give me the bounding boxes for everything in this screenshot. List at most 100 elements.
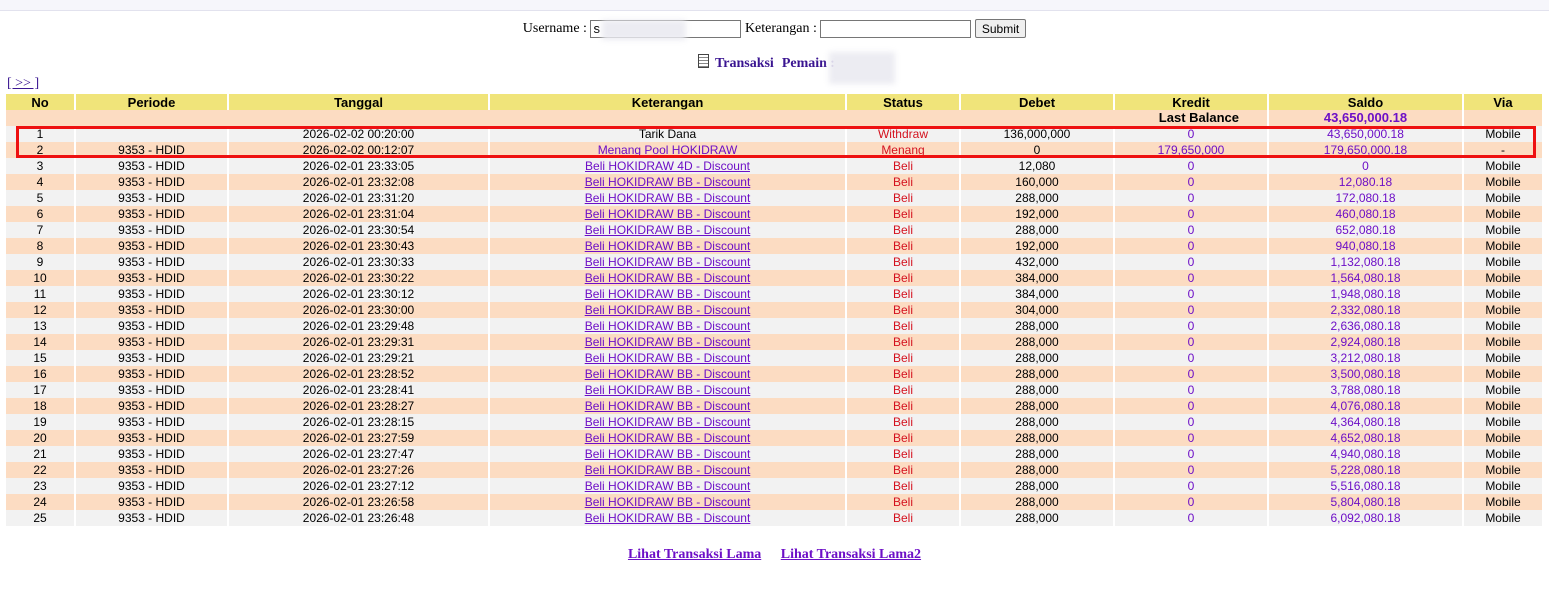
cell-kredit: 0 <box>1114 158 1268 174</box>
table-row: 2 9353 - HDID 2026-02-02 00:12:07 Menang Po… <box>6 142 1543 158</box>
cell-tanggal: 2026-02-01 23:29:48 <box>228 318 489 334</box>
cell-debet: 192,000 <box>960 238 1114 254</box>
cell-status: Beli <box>846 366 960 382</box>
keterangan-link[interactable]: Beli HOKIDRAW BB - Discount <box>585 495 751 509</box>
cell-status: Beli <box>846 238 960 254</box>
cell-via: Mobile <box>1463 446 1543 462</box>
cell-periode: 9353 - HDID <box>75 478 228 494</box>
cell-status: Beli <box>846 286 960 302</box>
cell-saldo: 2,924,080.18 <box>1268 334 1463 350</box>
redacted-player <box>829 52 895 84</box>
top-bar <box>0 0 1549 11</box>
column-header-debet: Debet <box>960 94 1115 110</box>
keterangan-link[interactable]: Beli HOKIDRAW BB - Discount <box>585 335 751 349</box>
keterangan-link[interactable]: Beli HOKIDRAW BB - Discount <box>585 287 751 301</box>
cell-debet: 288,000 <box>960 318 1114 334</box>
keterangan-link[interactable]: Beli HOKIDRAW BB - Discount <box>585 447 751 461</box>
keterangan-link[interactable]: Beli HOKIDRAW BB - Discount <box>585 207 751 221</box>
cell-saldo: 5,804,080.18 <box>1268 494 1463 510</box>
cell-saldo: 3,788,080.18 <box>1268 382 1463 398</box>
cell-keterangan: Beli HOKIDRAW BB - Discount <box>489 254 846 270</box>
cell-periode: 9353 - HDID <box>75 334 228 350</box>
cell-via: Mobile <box>1463 478 1543 494</box>
cell-keterangan: Beli HOKIDRAW BB - Discount <box>489 478 846 494</box>
keterangan-link[interactable]: Beli HOKIDRAW 4D - Discount <box>585 159 750 173</box>
keterangan-link[interactable]: Beli HOKIDRAW BB - Discount <box>585 319 751 333</box>
cell-no: 6 <box>6 206 75 222</box>
keterangan-link[interactable]: Beli HOKIDRAW BB - Discount <box>585 431 751 445</box>
table-row: 22 9353 - HDID 2026-02-01 23:27:26 Beli HOK… <box>6 462 1543 478</box>
cell-debet: 288,000 <box>960 190 1114 206</box>
keterangan-link[interactable]: Beli HOKIDRAW BB - Discount <box>585 255 751 269</box>
cell-via: Mobile <box>1463 414 1543 430</box>
column-header-status: Status <box>846 94 961 110</box>
cell-no: 11 <box>6 286 75 302</box>
keterangan-link[interactable]: Beli HOKIDRAW BB - Discount <box>585 303 751 317</box>
cell-no: 22 <box>6 462 75 478</box>
cell-periode: 9353 - HDID <box>75 270 228 286</box>
cell-via: - <box>1463 142 1543 158</box>
cell-no: 8 <box>6 238 75 254</box>
keterangan-link[interactable]: Beli HOKIDRAW BB - Discount <box>585 399 751 413</box>
cell-status: Beli <box>846 430 960 446</box>
cell-via: Mobile <box>1463 366 1543 382</box>
cell-keterangan: Beli HOKIDRAW BB - Discount <box>489 302 846 318</box>
cell-debet: 288,000 <box>960 222 1114 238</box>
last-balance-value: 43,650,000.18 <box>1268 110 1463 126</box>
pager-next-link[interactable]: [ >> ] <box>7 76 39 92</box>
keterangan-link[interactable]: Beli HOKIDRAW BB - Discount <box>585 191 751 205</box>
keterangan-input[interactable] <box>820 19 972 38</box>
cell-status: Beli <box>846 190 960 206</box>
cell-periode: 9353 - HDID <box>75 414 228 430</box>
keterangan-link[interactable]: Beli HOKIDRAW BB - Discount <box>585 223 751 237</box>
cell-tanggal: 2026-02-01 23:30:54 <box>228 222 489 238</box>
keterangan-link[interactable]: Menang Pool HOKIDRAW <box>598 143 738 157</box>
cell-no: 20 <box>6 430 75 446</box>
cell-no: 15 <box>6 350 75 366</box>
cell-via: Mobile <box>1463 126 1543 142</box>
keterangan-link[interactable]: Beli HOKIDRAW BB - Discount <box>585 415 751 429</box>
cell-periode: 9353 - HDID <box>75 462 228 478</box>
cell-kredit: 0 <box>1114 350 1268 366</box>
last-balance-label: Last Balance <box>6 110 1268 126</box>
cell-via: Mobile <box>1463 270 1543 286</box>
keterangan-link[interactable]: Beli HOKIDRAW BB - Discount <box>585 479 751 493</box>
cell-kredit: 0 <box>1114 430 1268 446</box>
cell-no: 13 <box>6 318 75 334</box>
table-row: 13 9353 - HDID 2026-02-01 23:29:48 Beli HOK… <box>6 318 1543 334</box>
cell-saldo: 43,650,000.18 <box>1268 126 1463 142</box>
keterangan-link[interactable]: Beli HOKIDRAW BB - Discount <box>585 271 751 285</box>
title-transaksi: Transaksi <box>714 56 774 71</box>
cell-status: Beli <box>846 462 960 478</box>
keterangan-link[interactable]: Beli HOKIDRAW BB - Discount <box>585 463 751 477</box>
cell-saldo: 4,364,080.18 <box>1268 414 1463 430</box>
cell-periode: 9353 - HDID <box>75 350 228 366</box>
cell-saldo: 172,080.18 <box>1268 190 1463 206</box>
cell-saldo: 179,650,000.18 <box>1268 142 1463 158</box>
cell-periode: 9353 - HDID <box>75 398 228 414</box>
table-row: 18 9353 - HDID 2026-02-01 23:28:27 Beli HOK… <box>6 398 1543 414</box>
cell-debet: 192,000 <box>960 206 1114 222</box>
cell-saldo: 5,516,080.18 <box>1268 478 1463 494</box>
keterangan-link[interactable]: Beli HOKIDRAW BB - Discount <box>585 383 751 397</box>
cell-saldo: 460,080.18 <box>1268 206 1463 222</box>
cell-kredit: 0 <box>1114 510 1268 526</box>
keterangan-link[interactable]: Beli HOKIDRAW BB - Discount <box>585 351 751 365</box>
cell-periode: 9353 - HDID <box>75 446 228 462</box>
cell-kredit: 0 <box>1114 206 1268 222</box>
cell-via: Mobile <box>1463 222 1543 238</box>
submit-button[interactable]: Submit <box>974 19 1027 39</box>
cell-saldo: 3,212,080.18 <box>1268 350 1463 366</box>
cell-kredit: 179,650,000 <box>1114 142 1268 158</box>
keterangan-link[interactable]: Beli HOKIDRAW BB - Discount <box>585 367 751 381</box>
keterangan-link[interactable]: Beli HOKIDRAW BB - Discount <box>585 175 751 189</box>
cell-via: Mobile <box>1463 238 1543 254</box>
keterangan-link[interactable]: Beli HOKIDRAW BB - Discount <box>585 239 751 253</box>
keterangan-link[interactable]: Beli HOKIDRAW BB - Discount <box>585 511 751 525</box>
lihat-transaksi-lama-link[interactable]: Lihat Transaksi Lama <box>628 547 761 562</box>
column-header-no: No <box>6 94 76 110</box>
cell-status: Beli <box>846 334 960 350</box>
cell-status: Beli <box>846 302 960 318</box>
lihat-transaksi-lama2-link[interactable]: Lihat Transaksi Lama2 <box>781 547 921 562</box>
cell-debet: 160,000 <box>960 174 1114 190</box>
